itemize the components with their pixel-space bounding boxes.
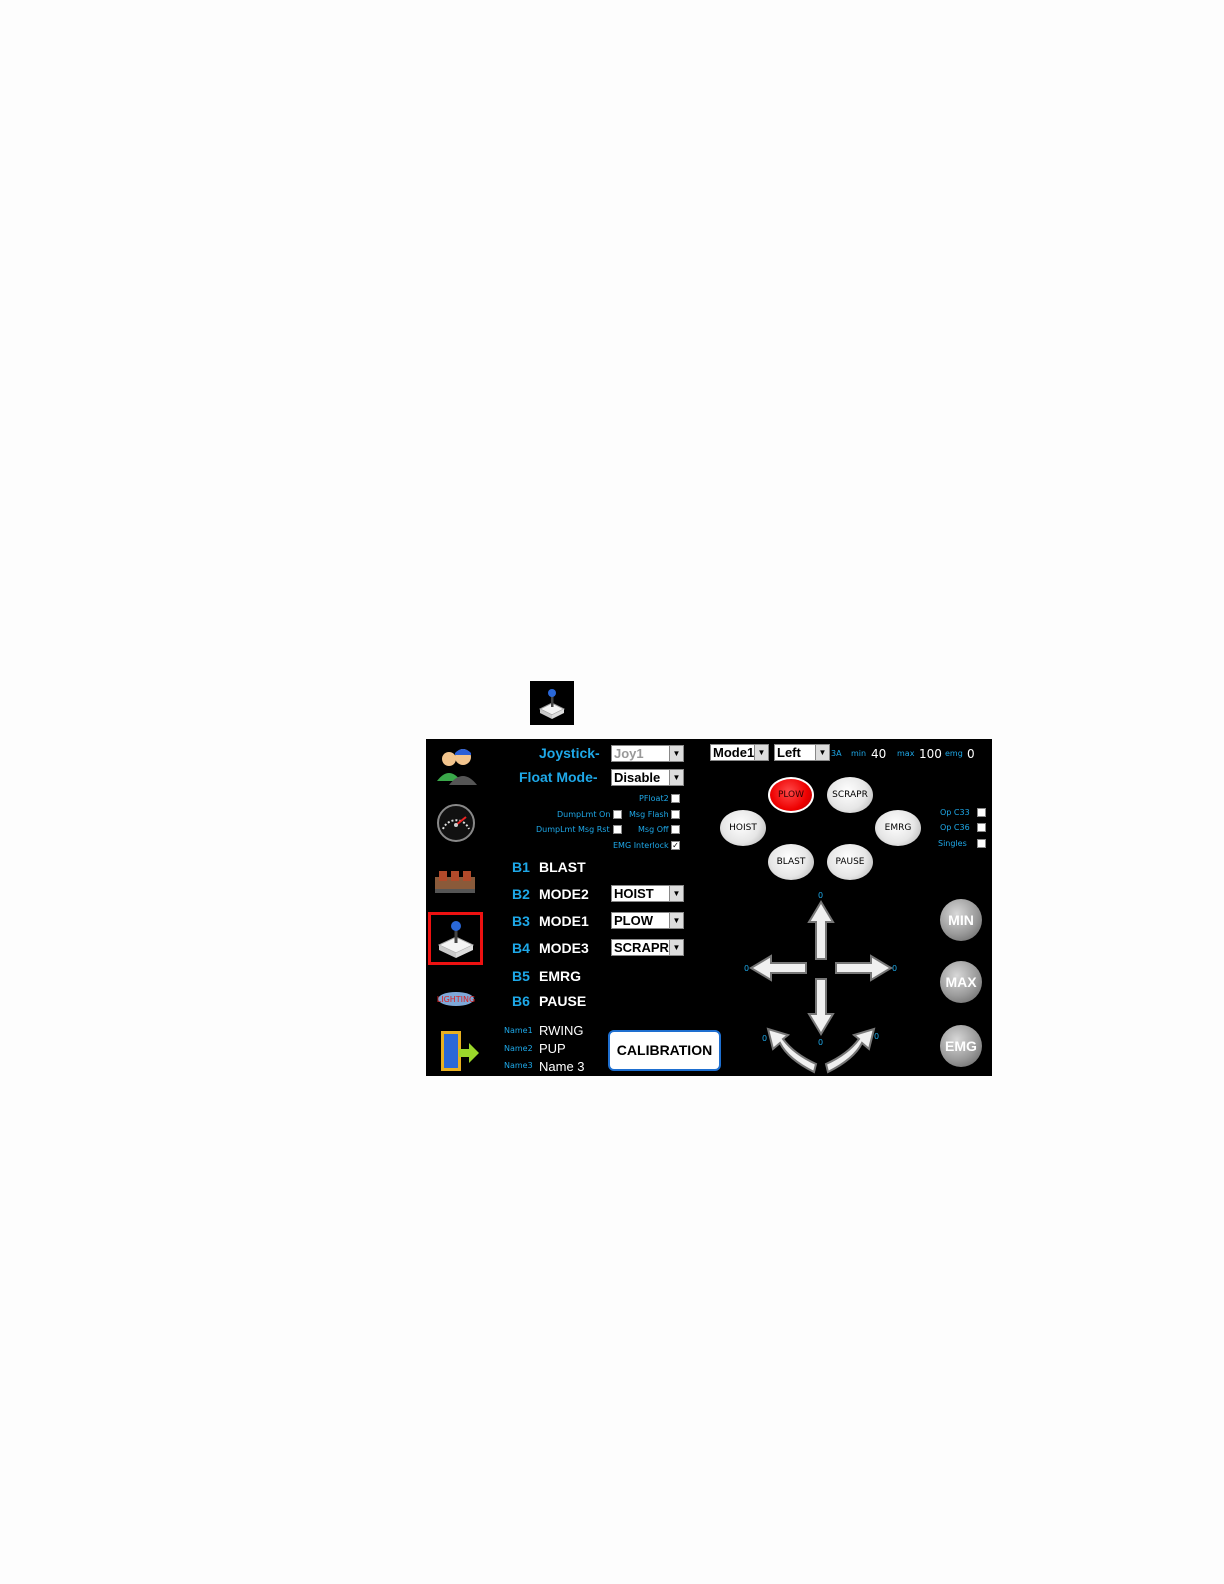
float-mode-select[interactable]: Disable ▼: [611, 769, 684, 786]
lighting-icon[interactable]: LIGHTING: [431, 975, 481, 1019]
right-value: 0: [892, 964, 898, 973]
name3-label: Name3: [504, 1061, 533, 1070]
op-c33-label: Op C33: [940, 808, 970, 817]
joystick-icon-thumbnail: [530, 681, 574, 725]
direction-pad: [749, 900, 893, 1074]
b2-id: B2: [512, 886, 530, 902]
axis-label: 3A: [831, 749, 842, 758]
b1-name: BLAST: [539, 859, 586, 875]
joystick-label: Joystick-: [539, 745, 600, 761]
name1-value: RWING: [539, 1023, 584, 1038]
b6-id: B6: [512, 993, 530, 1009]
emg-button[interactable]: EMG: [940, 1025, 982, 1067]
emrg-button[interactable]: EMRG: [875, 810, 921, 846]
chevron-down-icon: ▼: [669, 913, 683, 928]
blast-button[interactable]: BLAST: [768, 844, 814, 880]
b4-id: B4: [512, 940, 530, 956]
b4-mode-select-value: SCRAPR: [614, 940, 669, 955]
chevron-down-icon: ▼: [669, 886, 683, 901]
arrow-right-icon[interactable]: [835, 954, 893, 982]
b3-id: B3: [512, 913, 530, 929]
chevron-down-icon: ▼: [754, 745, 768, 760]
name3-value: Name 3: [539, 1059, 585, 1074]
b3-mode-select[interactable]: PLOW ▼: [611, 912, 684, 929]
op-c33-checkbox[interactable]: [977, 808, 986, 817]
min-label: min: [851, 749, 867, 758]
side-select[interactable]: Left ▼: [774, 744, 830, 761]
name2-label: Name2: [504, 1044, 533, 1053]
chevron-down-icon: ▼: [669, 746, 683, 761]
emg-label: emg: [945, 749, 963, 758]
float-mode-label: Float Mode-: [519, 769, 598, 785]
lighting-label: LIGHTING: [437, 995, 475, 1004]
calibration-button[interactable]: CALIBRATION: [608, 1030, 721, 1071]
b2-name: MODE2: [539, 886, 589, 902]
emg-value: 0: [967, 747, 975, 761]
dumplmt-on-checkbox[interactable]: [613, 810, 622, 819]
left-value: 0: [744, 964, 750, 973]
b6-name: PAUSE: [539, 993, 587, 1009]
plow-button[interactable]: PLOW: [768, 777, 814, 813]
speedometer-icon[interactable]: [431, 799, 481, 843]
name2-value: PUP: [539, 1041, 566, 1056]
emg-interlock-checkbox[interactable]: ✓: [671, 841, 680, 850]
b4-name: MODE3: [539, 940, 589, 956]
b2-mode-select[interactable]: HOIST ▼: [611, 885, 684, 902]
chevron-down-icon: ▼: [815, 745, 829, 760]
dumplmt-msg-rst-checkbox[interactable]: [613, 825, 622, 834]
valve-block-icon[interactable]: [431, 859, 481, 903]
max-label: max: [897, 749, 915, 758]
joystick-tab-icon[interactable]: [431, 917, 481, 961]
b3-name: MODE1: [539, 913, 589, 929]
rotate-left-icon[interactable]: [766, 1027, 818, 1074]
singles-checkbox[interactable]: [977, 839, 986, 848]
max-value: 100: [919, 747, 942, 761]
max-button[interactable]: MAX: [940, 961, 982, 1003]
mode-select[interactable]: Mode1 ▼: [710, 744, 769, 761]
b3-mode-select-value: PLOW: [614, 913, 653, 928]
msg-flash-label: Msg Flash: [629, 810, 669, 819]
rotate-left-value: 0: [762, 1034, 768, 1043]
arrow-up-icon[interactable]: [807, 900, 835, 960]
pfloat2-checkbox[interactable]: [671, 794, 680, 803]
dumplmt-msg-rst-label: DumpLmt Msg Rst: [536, 825, 610, 834]
pfloat2-label: PFloat2: [639, 794, 669, 803]
b1-id: B1: [512, 859, 530, 875]
joystick-config-panel: LIGHTING Joystick- Joy1 ▼ Float Mode- Di…: [426, 739, 992, 1076]
side-select-value: Left: [777, 745, 801, 760]
joystick-icon: [538, 689, 566, 719]
dumplmt-on-label: DumpLmt On: [557, 810, 611, 819]
op-c36-checkbox[interactable]: [977, 823, 986, 832]
msg-off-label: Msg Off: [638, 825, 669, 834]
min-button[interactable]: MIN: [940, 899, 982, 941]
hoist-button[interactable]: HOIST: [720, 810, 766, 846]
chevron-down-icon: ▼: [669, 940, 683, 955]
joystick-select[interactable]: Joy1 ▼: [611, 745, 684, 762]
singles-label: Singles: [938, 839, 967, 848]
chevron-down-icon: ▼: [669, 770, 683, 785]
op-c36-label: Op C36: [940, 823, 970, 832]
rotate-right-value: 0: [874, 1032, 880, 1041]
up-value: 0: [818, 891, 824, 900]
b5-id: B5: [512, 968, 530, 984]
min-value: 40: [871, 747, 887, 761]
mode-select-value: Mode1: [713, 745, 755, 760]
float-mode-select-value: Disable: [614, 770, 661, 785]
arrow-left-icon[interactable]: [749, 954, 807, 982]
arrow-down-icon[interactable]: [807, 978, 835, 1036]
down-value: 0: [818, 1038, 824, 1047]
b5-name: EMRG: [539, 968, 581, 984]
joystick-select-value: Joy1: [614, 746, 644, 761]
name1-label: Name1: [504, 1026, 533, 1035]
exit-door-icon[interactable]: [431, 1027, 481, 1071]
pause-button[interactable]: PAUSE: [827, 844, 873, 880]
b2-mode-select-value: HOIST: [614, 886, 654, 901]
emg-interlock-label: EMG Interlock: [613, 841, 669, 850]
rotate-right-icon[interactable]: [824, 1027, 876, 1074]
msg-flash-checkbox[interactable]: [671, 810, 680, 819]
users-icon[interactable]: [431, 745, 481, 789]
scrapr-button[interactable]: SCRAPR: [827, 777, 873, 813]
msg-off-checkbox[interactable]: [671, 825, 680, 834]
b4-mode-select[interactable]: SCRAPR ▼: [611, 939, 684, 956]
